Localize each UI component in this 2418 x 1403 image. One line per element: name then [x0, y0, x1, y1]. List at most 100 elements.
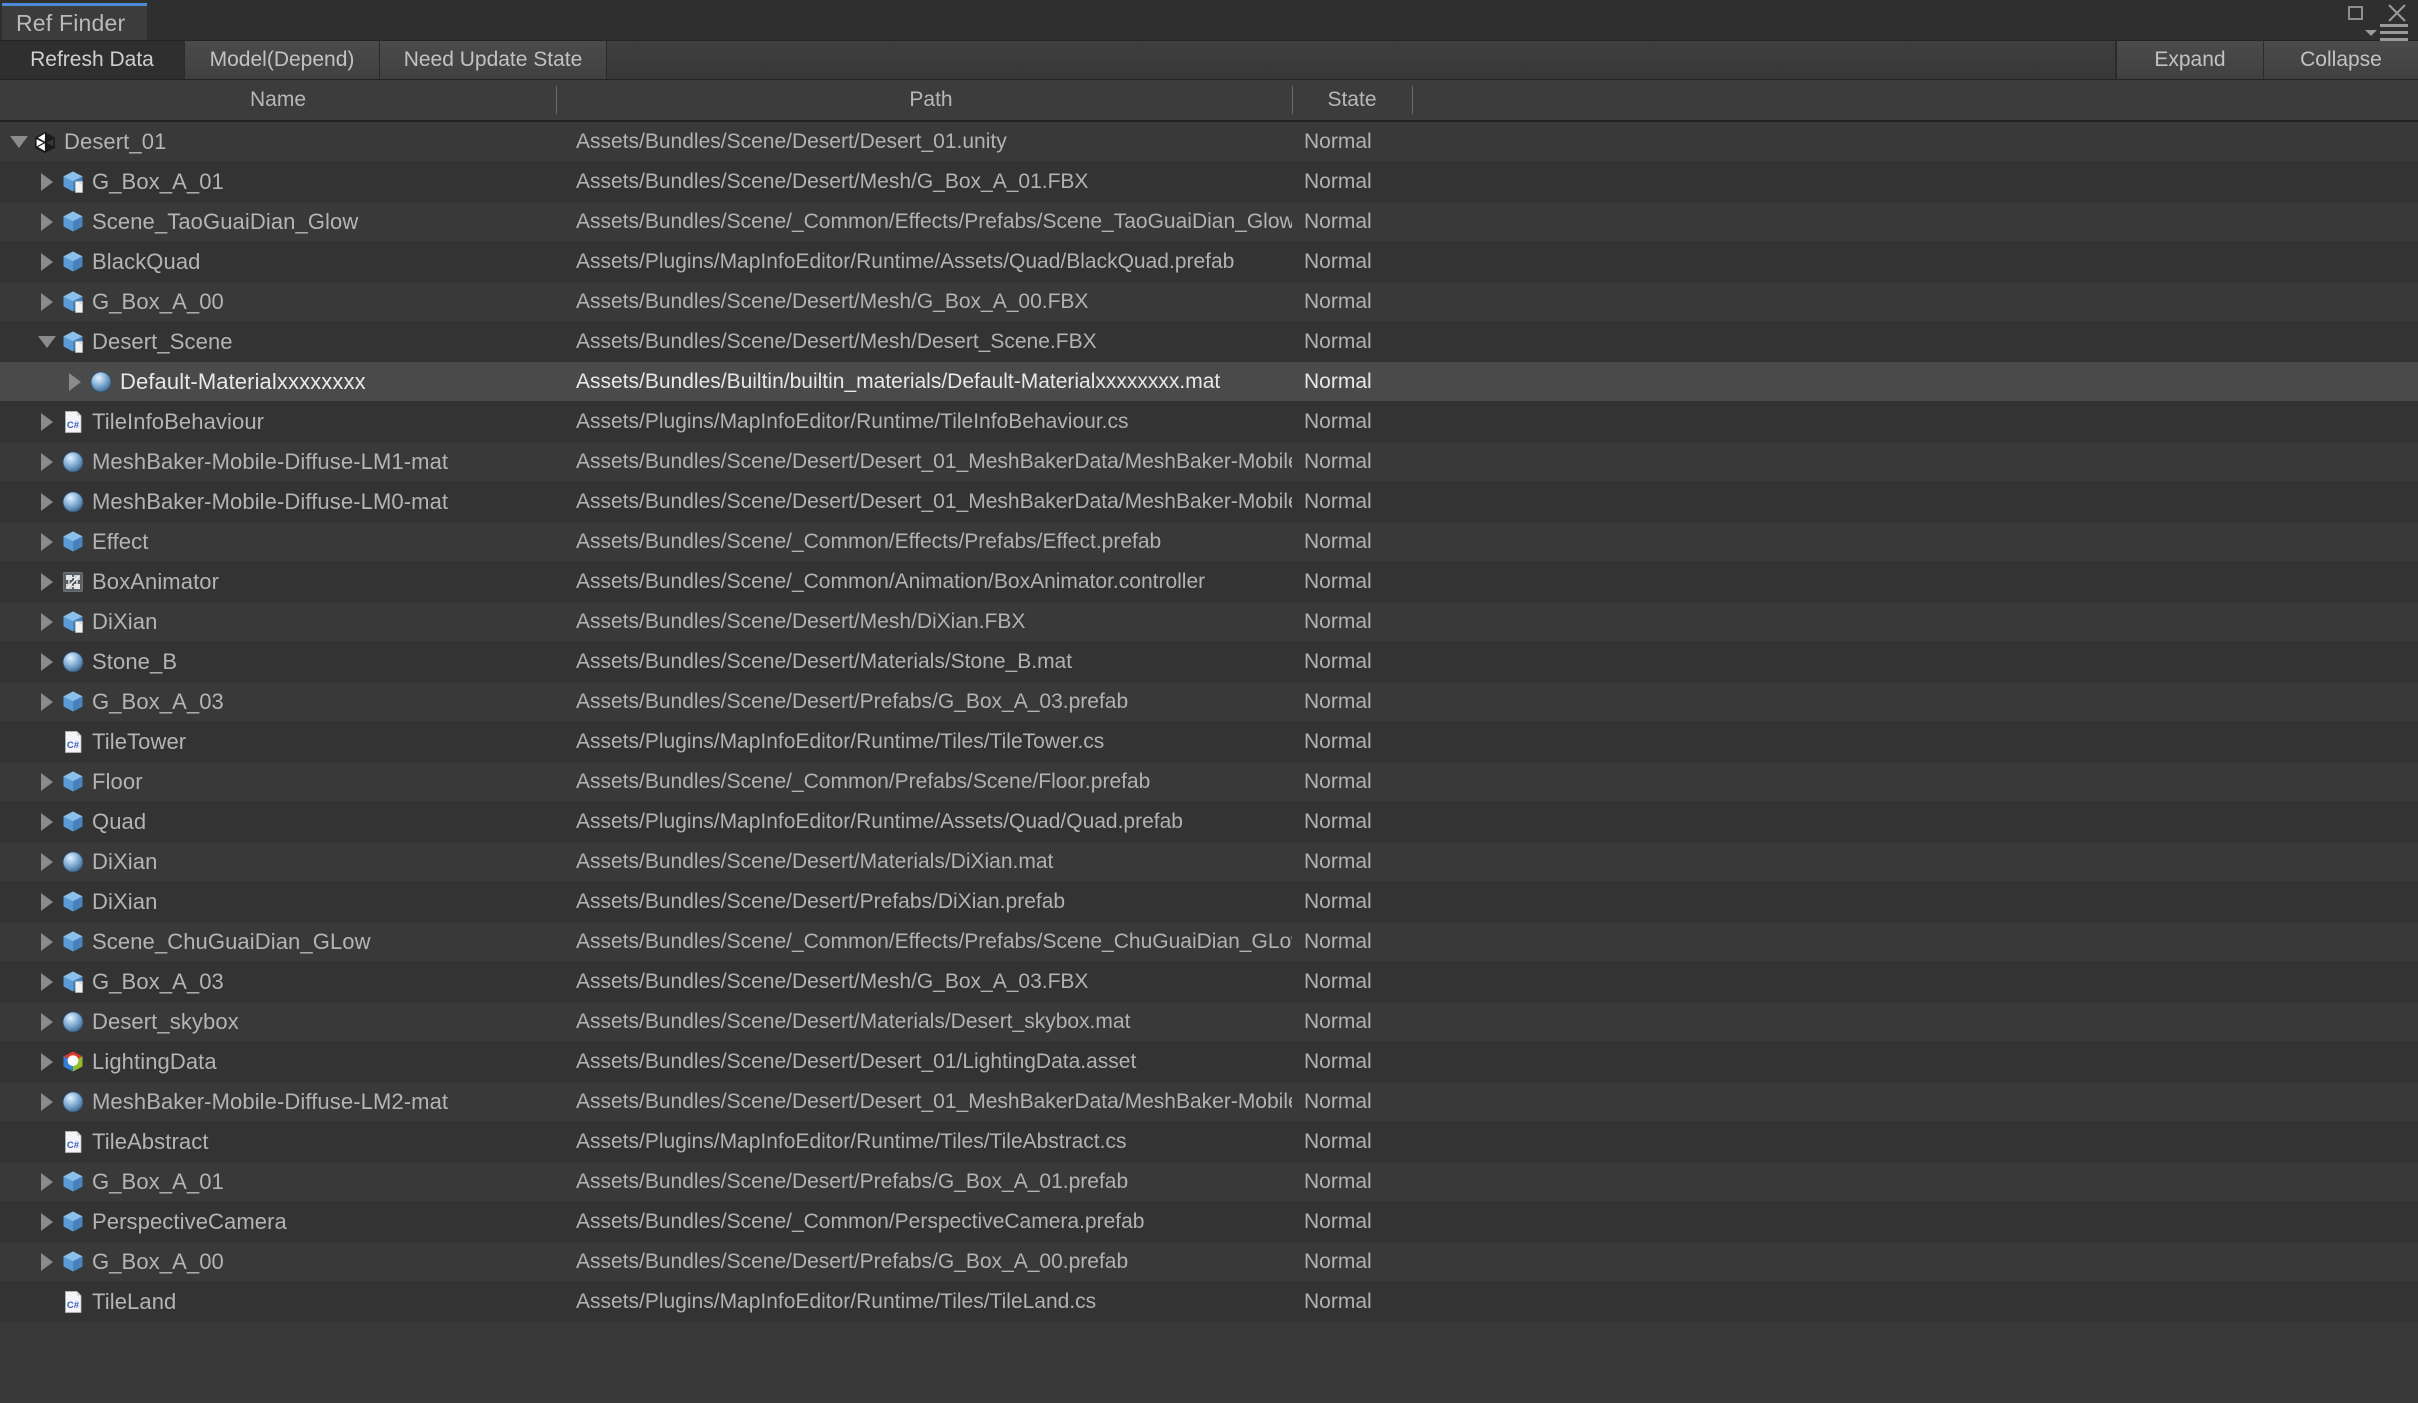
row-state-cell: Normal	[1304, 369, 1372, 393]
foldout-collapsed-icon[interactable]	[34, 482, 60, 521]
foldout-collapsed-icon[interactable]	[34, 762, 60, 801]
foldout-collapsed-icon[interactable]	[34, 522, 60, 561]
collapse-button[interactable]: Collapse	[2263, 41, 2418, 79]
row-name-cell: Effect	[0, 522, 556, 561]
table-row[interactable]: MeshBaker-Mobile-Diffuse-LM2-mat Assets/B…	[0, 1082, 2418, 1122]
table-row[interactable]: Floor Assets/Bundles/Scene/_Common/Prefab…	[0, 762, 2418, 802]
indent-spacer	[0, 781, 34, 782]
column-separator-3[interactable]	[1412, 86, 1413, 114]
foldout-collapsed-icon[interactable]	[34, 1002, 60, 1041]
table-row[interactable]: C# TileTower Assets/Plugins/MapInfoEditor/…	[0, 722, 2418, 762]
window-tab-ref-finder[interactable]: Ref Finder	[2, 3, 148, 40]
row-path-cell: Assets/Bundles/Scene/Desert/Prefabs/G_Bo…	[576, 689, 1129, 713]
foldout-collapsed-icon[interactable]	[34, 1202, 60, 1241]
hamburger-menu-icon[interactable]	[2365, 24, 2408, 41]
column-header-path[interactable]: Path	[570, 80, 1292, 120]
column-separator-1[interactable]	[556, 86, 557, 114]
table-row[interactable]: G_Box_A_03 Assets/Bundles/Scene/Desert/Pr…	[0, 682, 2418, 722]
foldout-collapsed-icon[interactable]	[34, 802, 60, 841]
foldout-collapsed-icon[interactable]	[34, 282, 60, 321]
prefab-icon	[60, 209, 86, 235]
table-row[interactable]: Desert_skybox Assets/Bundles/Scene/Desert…	[0, 1002, 2418, 1042]
foldout-collapsed-icon[interactable]	[34, 402, 60, 441]
row-path-cell: Assets/Bundles/Scene/Desert/Desert_01_Me…	[576, 1089, 1292, 1113]
row-state-cell: Normal	[1304, 289, 1372, 313]
foldout-collapsed-icon[interactable]	[34, 1162, 60, 1201]
foldout-collapsed-icon[interactable]	[34, 1082, 60, 1121]
expand-label: Expand	[2154, 48, 2226, 71]
indent-spacer	[0, 1181, 34, 1182]
row-name-label: Stone_B	[92, 648, 178, 674]
foldout-collapsed-icon[interactable]	[34, 682, 60, 721]
row-name-label: DiXian	[92, 608, 158, 634]
foldout-collapsed-icon[interactable]	[34, 962, 60, 1001]
row-path-cell: Assets/Plugins/MapInfoEditor/Runtime/Ass…	[576, 249, 1235, 273]
table-row[interactable]: C# TileLand Assets/Plugins/MapInfoEditor/R…	[0, 1282, 2418, 1322]
table-row[interactable]: MeshBaker-Mobile-Diffuse-LM1-mat Assets/B…	[0, 442, 2418, 482]
column-header-name[interactable]: Name	[0, 80, 556, 120]
svg-text:C#: C#	[67, 740, 80, 751]
table-row[interactable]: DiXian Assets/Bundles/Scene/Desert/Mesh/D…	[0, 602, 2418, 642]
foldout-collapsed-icon[interactable]	[34, 842, 60, 881]
foldout-collapsed-icon[interactable]	[34, 602, 60, 641]
prefab-icon	[60, 1209, 86, 1235]
table-row[interactable]: MeshBaker-Mobile-Diffuse-LM0-mat Assets/B…	[0, 482, 2418, 522]
foldout-collapsed-icon[interactable]	[34, 1042, 60, 1081]
row-path-cell: Assets/Bundles/Scene/Desert/Prefabs/G_Bo…	[576, 1249, 1129, 1273]
table-row[interactable]: BoxAnimator Assets/Bundles/Scene/_Common/…	[0, 562, 2418, 602]
close-icon[interactable]	[2386, 2, 2408, 24]
toolbar: Refresh Data Model(Depend) Need Update S…	[0, 41, 2418, 80]
row-state-cell: Normal	[1304, 1009, 1372, 1033]
table-row[interactable]: Stone_B Assets/Bundles/Scene/Desert/Mater…	[0, 642, 2418, 682]
foldout-collapsed-icon[interactable]	[34, 162, 60, 201]
restore-icon[interactable]	[2348, 2, 2370, 24]
row-name-label: G_Box_A_03	[92, 688, 224, 714]
indent-spacer	[0, 221, 34, 222]
table-row[interactable]: PerspectiveCamera Assets/Bundles/Scene/_C…	[0, 1202, 2418, 1242]
row-name-cell: Floor	[0, 762, 556, 801]
foldout-collapsed-icon[interactable]	[34, 922, 60, 961]
table-row[interactable]: G_Box_A_00 Assets/Bundles/Scene/Desert/Me…	[0, 282, 2418, 322]
row-state-cell: Normal	[1304, 729, 1372, 753]
foldout-collapsed-icon[interactable]	[34, 882, 60, 921]
table-row[interactable]: Desert_Scene Assets/Bundles/Scene/Desert/…	[0, 322, 2418, 362]
foldout-expanded-icon[interactable]	[34, 322, 60, 361]
column-header-state[interactable]: State	[1292, 80, 1412, 120]
indent-spacer	[0, 1221, 34, 1222]
foldout-collapsed-icon[interactable]	[34, 242, 60, 281]
table-row[interactable]: DiXian Assets/Bundles/Scene/Desert/Materi…	[0, 842, 2418, 882]
foldout-collapsed-icon[interactable]	[34, 642, 60, 681]
model-fbx-icon	[60, 169, 86, 195]
foldout-expanded-icon[interactable]	[6, 122, 32, 161]
model-depend-button[interactable]: Model(Depend)	[185, 41, 380, 79]
expand-button[interactable]: Expand	[2116, 41, 2263, 79]
table-row[interactable]: C# TileInfoBehaviour Assets/Plugins/MapInf…	[0, 402, 2418, 442]
row-path-cell: Assets/Bundles/Scene/_Common/Effects/Pre…	[576, 209, 1292, 233]
table-row[interactable]: Quad Assets/Plugins/MapInfoEditor/Runtime…	[0, 802, 2418, 842]
row-name-label: Effect	[92, 528, 149, 554]
foldout-collapsed-icon[interactable]	[34, 562, 60, 601]
foldout-collapsed-icon[interactable]	[34, 1242, 60, 1281]
foldout-collapsed-icon[interactable]	[34, 202, 60, 241]
row-name-label: Floor	[92, 768, 143, 794]
need-update-state-button[interactable]: Need Update State	[380, 41, 607, 79]
table-row[interactable]: LightingData Assets/Bundles/Scene/Desert/…	[0, 1042, 2418, 1082]
table-row[interactable]: G_Box_A_01 Assets/Bundles/Scene/Desert/Me…	[0, 162, 2418, 202]
foldout-collapsed-icon[interactable]	[62, 362, 88, 401]
table-row[interactable]: G_Box_A_01 Assets/Bundles/Scene/Desert/Pr…	[0, 1162, 2418, 1202]
indent-spacer	[0, 501, 34, 502]
table-row[interactable]: Scene_TaoGuaiDian_Glow Assets/Bundles/Sce…	[0, 202, 2418, 242]
table-row[interactable]: C# TileAbstract Assets/Plugins/MapInfoEdit…	[0, 1122, 2418, 1162]
table-row[interactable]: G_Box_A_00 Assets/Bundles/Scene/Desert/Pr…	[0, 1242, 2418, 1282]
table-row[interactable]: G_Box_A_03 Assets/Bundles/Scene/Desert/Me…	[0, 962, 2418, 1002]
foldout-collapsed-icon[interactable]	[34, 442, 60, 481]
table-row[interactable]: Default-Materialxxxxxxxx Assets/Bundles/B…	[0, 362, 2418, 402]
table-row[interactable]: DiXian Assets/Bundles/Scene/Desert/Prefab…	[0, 882, 2418, 922]
animator-controller-icon	[60, 569, 86, 595]
table-row[interactable]: BlackQuad Assets/Plugins/MapInfoEditor/Ru…	[0, 242, 2418, 282]
table-row[interactable]: Desert_01 Assets/Bundles/Scene/Desert/Des…	[0, 122, 2418, 162]
table-row[interactable]: Scene_ChuGuaiDian_GLow Assets/Bundles/Sce…	[0, 922, 2418, 962]
refresh-data-button[interactable]: Refresh Data	[0, 41, 185, 79]
row-name-cell: BlackQuad	[0, 242, 556, 281]
table-row[interactable]: Effect Assets/Bundles/Scene/_Common/Effec…	[0, 522, 2418, 562]
